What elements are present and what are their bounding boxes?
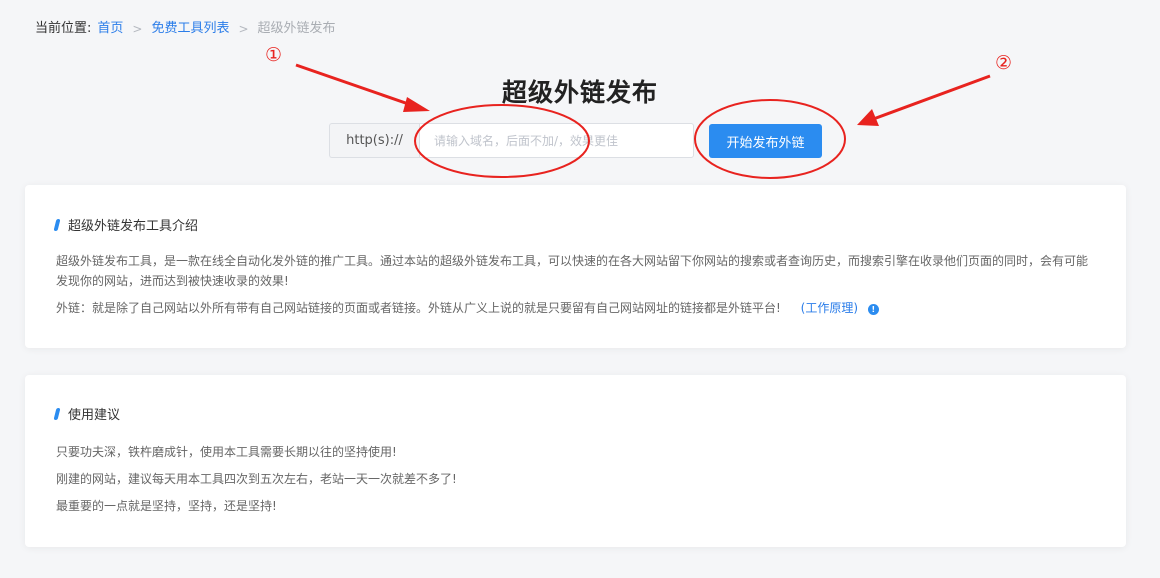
chevron-right-icon: > <box>132 22 143 36</box>
definition-row: 外链：就是除了自己网站以外所有带有自己网站链接的页面或者链接。外链从广义上说的就… <box>56 298 1096 318</box>
page-title: 超级外链发布 <box>501 78 658 107</box>
breadcrumb-lead: 当前位置: <box>35 21 92 36</box>
intro-card-title-text: 超级外链发布工具介绍 <box>68 219 199 234</box>
info-icon[interactable]: ! <box>867 304 879 315</box>
advice-card: 使用建议 只要功夫深，铁杵磨成针，使用本工具需要长期以往的坚持使用! 刚建的网站… <box>25 375 1126 547</box>
advice-line: 只要功夫深，铁杵磨成针，使用本工具需要长期以往的坚持使用! <box>56 445 397 459</box>
breadcrumb: 当前位置: 首页 > 免费工具列表 > 超级外链发布 <box>35 20 336 38</box>
domain-input[interactable] <box>419 123 694 158</box>
breadcrumb-tools-link[interactable]: 免费工具列表 <box>151 20 229 38</box>
search-group: http(s):// 开始发布外链 <box>329 123 822 158</box>
start-publish-button[interactable]: 开始发布外链 <box>709 124 822 158</box>
advice-card-title: 使用建议 <box>53 404 121 423</box>
breadcrumb-current: 超级外链发布 <box>257 21 336 36</box>
work-principle-link[interactable]: (工作原理) <box>801 301 858 315</box>
protocol-prefix: http(s):// <box>329 123 419 158</box>
page: 当前位置: 首页 > 免费工具列表 > 超级外链发布 超级外链发布 http(s… <box>0 0 1160 578</box>
annotation-label-2: ② <box>995 52 1013 74</box>
advice-line: 最重要的一点就是坚持，坚持，还是坚持! <box>56 499 277 513</box>
intro-paragraph: 超级外链发布工具，是一款在线全自动化发外链的推广工具。通过本站的超级外链发布工具… <box>56 254 1089 288</box>
title-bar-icon <box>53 218 61 231</box>
title-bar-icon <box>53 407 61 420</box>
intro-card: 超级外链发布工具介绍 超级外链发布工具，是一款在线全自动化发外链的推广工具。通过… <box>25 185 1126 348</box>
advice-card-title-text: 使用建议 <box>68 408 121 423</box>
definition-text: 外链：就是除了自己网站以外所有带有自己网站链接的页面或者链接。外链从广义上说的就… <box>56 301 781 315</box>
arrow-head-icon <box>857 109 879 126</box>
chevron-right-icon: > <box>238 22 249 36</box>
advice-line: 刚建的网站，建议每天用本工具四次到五次左右，老站一天一次就差不多了! <box>56 472 457 486</box>
breadcrumb-home-link[interactable]: 首页 <box>97 20 123 38</box>
annotation-label-1: ① <box>265 44 283 66</box>
intro-card-title: 超级外链发布工具介绍 <box>53 215 199 234</box>
